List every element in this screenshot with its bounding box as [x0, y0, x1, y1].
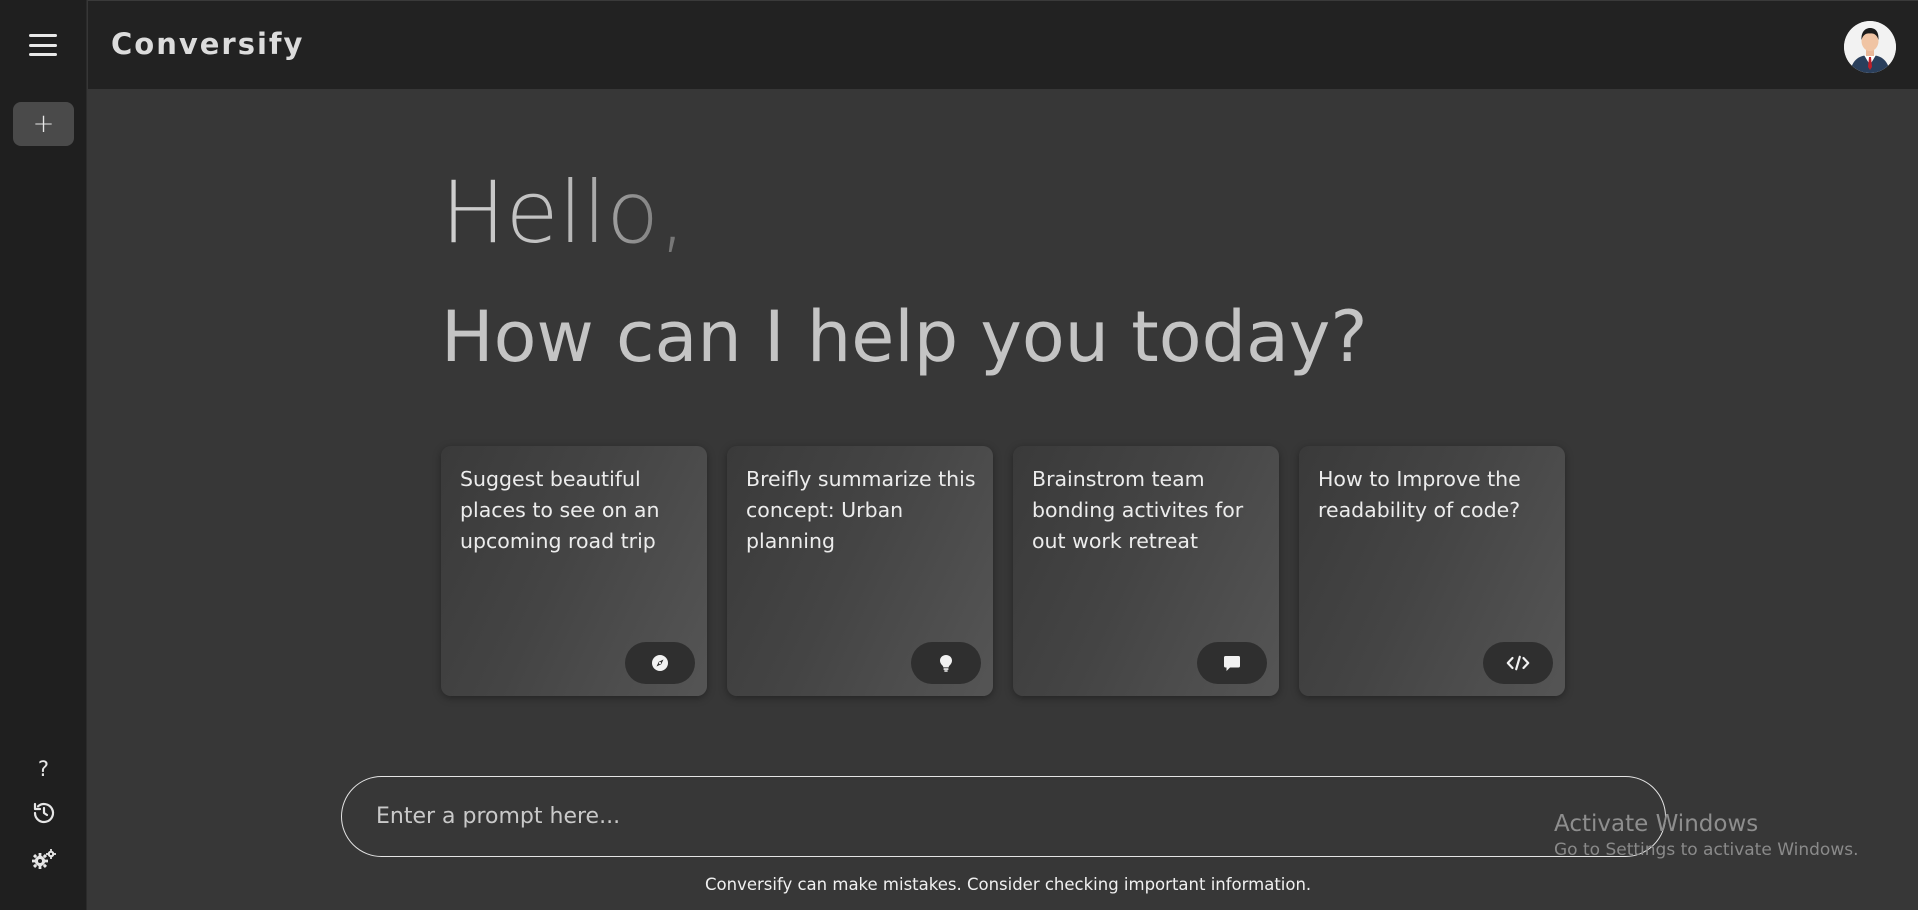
brand-title: Conversify: [111, 27, 305, 61]
menu-icon[interactable]: [29, 34, 57, 60]
windows-activation-watermark: Activate Windows Go to Settings to activ…: [1554, 810, 1859, 862]
lightbulb-icon: [911, 642, 981, 684]
sidebar: + ?: [0, 0, 87, 910]
compass-icon: [625, 642, 695, 684]
suggestion-card[interactable]: Breifly summarize this concept: Urban pl…: [727, 446, 993, 696]
top-bar: Conversify: [88, 0, 1918, 89]
watermark-subtitle: Go to Settings to activate Windows.: [1554, 840, 1859, 860]
help-icon[interactable]: ?: [0, 757, 87, 781]
chat-bubble-icon: [1197, 642, 1267, 684]
prompt-bar: [341, 776, 1666, 857]
suggestion-card-text: Suggest beautiful places to see on an up…: [460, 467, 660, 553]
suggestion-cards: Suggest beautiful places to see on an up…: [441, 446, 1565, 696]
greeting-subtitle: How can I help you today?: [441, 296, 1368, 378]
suggestion-card[interactable]: Brainstrom team bonding activites for ou…: [1013, 446, 1279, 696]
prompt-input[interactable]: [376, 777, 1576, 856]
suggestion-card[interactable]: Suggest beautiful places to see on an up…: [441, 446, 707, 696]
greeting-heading: Hello,: [441, 163, 687, 263]
history-icon[interactable]: [0, 801, 87, 825]
new-chat-button[interactable]: +: [13, 102, 74, 146]
settings-icon[interactable]: [0, 847, 87, 871]
user-avatar[interactable]: [1844, 21, 1896, 73]
suggestion-card-text: How to Improve the readability of code?: [1318, 467, 1521, 522]
suggestion-card[interactable]: How to Improve the readability of code?: [1299, 446, 1565, 696]
code-icon: [1483, 642, 1553, 684]
watermark-title: Activate Windows: [1554, 811, 1759, 837]
suggestion-card-text: Brainstrom team bonding activites for ou…: [1032, 467, 1244, 553]
suggestion-card-text: Breifly summarize this concept: Urban pl…: [746, 467, 976, 553]
disclaimer-text: Conversify can make mistakes. Consider c…: [705, 875, 1312, 894]
